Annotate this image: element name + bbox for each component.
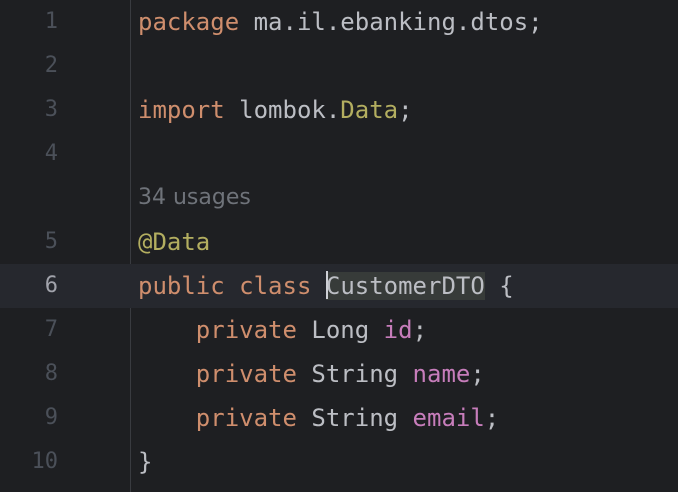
keyword-package: package [138,8,240,36]
code-line-3[interactable]: 3 import lombok.Data; [0,88,678,132]
import-class: Data [340,96,399,124]
keyword-private: private [195,316,297,344]
keyword-class: class [224,272,326,300]
line-number: 10 [31,449,59,474]
line-number: 5 [44,229,58,254]
field-name: email [412,404,485,432]
code-line-6[interactable]: 6 public class CustomerDTO { [0,264,678,308]
code-line-1[interactable]: 1 package ma.il.ebanking.dtos; [0,0,678,44]
line-number: 1 [44,9,58,34]
class-name-rest: ustomerDTO [340,272,485,300]
code-text[interactable]: private Long id; [138,308,427,352]
field-name: name [412,360,471,388]
code-line-5[interactable]: 5 @Data [0,220,678,264]
annotation-data: @Data [138,228,211,256]
code-text[interactable]: private String name; [138,352,485,396]
close-brace: } [138,448,153,476]
code-line-9[interactable]: 9 private String email; [0,396,678,440]
text-caret [325,271,328,299]
code-line-2[interactable]: 2 [0,44,678,88]
class-name-first: C [325,272,341,300]
line-number: 9 [44,405,58,430]
package-name: ma.il.ebanking.dtos; [239,8,543,36]
keyword-private: private [195,404,297,432]
usages-hint-line: 34 usages [0,176,678,220]
code-text[interactable]: import lombok.Data; [138,88,413,132]
semicolon: ; [484,404,500,432]
code-line-7[interactable]: 7 private Long id; [0,308,678,352]
import-package: lombok. [224,96,341,124]
code-editor[interactable]: 1 package ma.il.ebanking.dtos; 2 3 impor… [0,0,678,492]
semicolon: ; [412,316,428,344]
line-number: 3 [44,97,58,122]
usages-hint[interactable]: 34 usages [138,176,251,220]
code-text[interactable]: private String email; [138,396,499,440]
line-number: 6 [44,273,58,298]
field-type: String [296,404,413,432]
line-number: 7 [44,317,58,342]
open-brace: { [484,272,514,300]
keyword-public: public [138,272,225,300]
keyword-import: import [138,96,225,124]
line-number: 2 [44,53,58,78]
keyword-private: private [195,360,297,388]
semicolon: ; [470,360,485,388]
field-type: String [296,360,413,388]
field-name: id [383,316,413,344]
field-type: Long [296,316,384,344]
code-text[interactable]: } [138,440,152,484]
code-text[interactable]: @Data [138,220,210,264]
code-line-8[interactable]: 8 private String name; [0,352,678,396]
code-line-10[interactable]: 10 } [0,440,678,484]
code-text[interactable]: package ma.il.ebanking.dtos; [138,0,543,44]
class-name-highlight[interactable]: CustomerDTO [325,271,485,300]
code-text[interactable]: public class CustomerDTO { [138,264,514,308]
code-line-4[interactable]: 4 [0,132,678,176]
line-number: 4 [44,141,58,166]
line-number: 8 [44,361,58,386]
semicolon: ; [398,96,413,124]
